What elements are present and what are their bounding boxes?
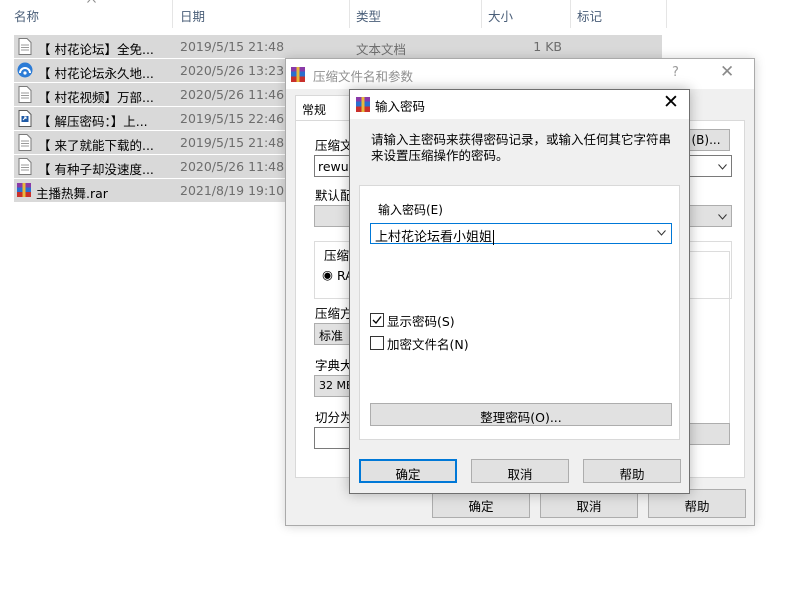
column-divider[interactable] — [172, 0, 173, 28]
file-type: 文本文档 — [356, 42, 407, 57]
file-name: 主播热舞.rar — [36, 186, 108, 201]
file-name: 【 解压密码：】上... — [38, 114, 148, 129]
column-divider[interactable] — [349, 0, 350, 28]
help-button[interactable]: 帮助 — [583, 459, 681, 483]
column-header-type[interactable]: 类型 — [356, 6, 381, 25]
show-password-checkbox[interactable] — [370, 313, 384, 327]
file-date: 2019/5/15 21:48 — [180, 39, 285, 54]
password-description: 请输入主密码来获得密码记录，或输入任何其它字符串来设置压缩操作的密码。 — [371, 132, 672, 163]
file-row[interactable]: 主播热舞.rar 2021/8/19 19:10 — [14, 179, 286, 202]
chevron-down-icon[interactable] — [657, 230, 666, 236]
show-password-label[interactable]: 显示密码(S) — [387, 311, 455, 330]
password-panel: 输入密码(E) 上村花论坛看小姐姐 显示密码(S) 加密文件名(N) 整理密码(… — [359, 185, 680, 440]
chevron-down-icon — [718, 214, 727, 220]
text-file-icon — [18, 38, 32, 55]
file-date: 2021/8/19 19:10 — [180, 183, 285, 198]
help-button-label: 帮助 — [619, 467, 645, 482]
file-date: 2019/5/15 21:48 — [180, 135, 285, 150]
organize-passwords-button[interactable]: 整理密码(O)... — [370, 403, 672, 426]
file-row[interactable]: 【 有种子却没速度... 2020/5/26 11:48 — [14, 155, 286, 178]
ok-button-label: 确定 — [395, 467, 421, 482]
split-volumes-label: 切分为 — [315, 410, 353, 425]
file-row[interactable]: 【 来了就能下载的... 2019/5/15 21:48 — [14, 131, 286, 154]
file-row[interactable]: 【 村花论坛】全免... 2019/5/15 21:48 文本文档 1 KB — [14, 35, 662, 58]
text-cursor — [493, 230, 495, 245]
dictionary-size-label: 字典大 — [315, 358, 353, 373]
compress-dialog-title: 压缩文件名和参数 — [313, 69, 414, 84]
file-date: 2019/5/15 22:46 — [180, 111, 285, 126]
archive-name-label: 压缩文 — [315, 138, 353, 153]
shortcut-file-icon — [18, 110, 32, 127]
password-dialog: 输入密码 ✕ 请输入主密码来获得密码记录，或输入任何其它字符串来设置压缩操作的密… — [349, 89, 690, 494]
winrar-icon — [291, 67, 305, 82]
encrypt-file-names-checkbox[interactable] — [370, 336, 384, 350]
ok-button-label: 确定 — [468, 499, 494, 514]
tab-general[interactable]: 常规 — [295, 95, 351, 121]
password-input[interactable]: 上村花论坛看小姐姐 — [370, 223, 672, 245]
file-size: 1 KB — [533, 39, 562, 54]
cancel-button-label: 取消 — [507, 467, 533, 482]
column-header-date[interactable]: 日期 — [180, 6, 205, 25]
winrar-icon — [356, 97, 370, 112]
checkmark-icon — [372, 316, 382, 324]
file-date: 2020/5/26 13:23 — [180, 63, 285, 78]
cancel-button-label: 取消 — [576, 499, 602, 514]
archive-format-label: 压缩 — [323, 245, 351, 264]
text-file-icon — [18, 158, 32, 175]
file-name: 【 来了就能下载的... — [38, 138, 154, 153]
default-profile-label: 默认配 — [315, 188, 353, 203]
column-header-tags[interactable]: 标记 — [577, 6, 602, 25]
close-icon[interactable]: ✕ — [663, 91, 679, 113]
file-name: 【 村花论坛永久地... — [38, 66, 154, 81]
file-date: 2020/5/26 11:46 — [180, 87, 285, 102]
file-row[interactable]: 【 村花视频】万部... 2020/5/26 11:46 — [14, 83, 286, 106]
radio-rar[interactable]: ◉ — [322, 267, 333, 282]
organize-passwords-label: 整理密码(O)... — [480, 410, 562, 425]
column-divider[interactable] — [666, 0, 667, 28]
password-dialog-title: 输入密码 — [375, 99, 426, 114]
file-name: 【 村花视频】万部... — [38, 90, 154, 105]
sort-ascending-icon — [87, 0, 96, 3]
file-list-header: 名称 日期 类型 大小 标记 — [0, 0, 668, 30]
password-value: 上村花论坛看小姐姐 — [375, 230, 493, 245]
text-file-icon — [18, 86, 32, 103]
ok-button[interactable]: 确定 — [359, 459, 457, 483]
column-divider[interactable] — [570, 0, 571, 28]
text-file-icon — [18, 134, 32, 151]
encrypt-file-names-label[interactable]: 加密文件名(N) — [387, 334, 469, 353]
file-row[interactable]: 【 解压密码：】上... 2019/5/15 22:46 — [14, 107, 286, 130]
help-icon[interactable]: ? — [672, 65, 679, 80]
password-label: 输入密码(E) — [378, 203, 443, 217]
file-row[interactable]: 【 村花论坛永久地... 2020/5/26 13:23 — [14, 59, 286, 82]
chevron-down-icon[interactable] — [718, 164, 727, 170]
file-date: 2020/5/26 11:48 — [180, 159, 285, 174]
column-header-size[interactable]: 大小 — [488, 6, 513, 25]
file-name: 【 村花论坛】全免... — [38, 42, 154, 57]
cancel-button[interactable]: 取消 — [471, 459, 569, 483]
file-name: 【 有种子却没速度... — [38, 162, 154, 177]
tab-general-label: 常规 — [302, 103, 327, 117]
close-icon[interactable]: ✕ — [720, 62, 734, 82]
help-button-label: 帮助 — [684, 499, 710, 514]
column-divider[interactable] — [481, 0, 482, 28]
web-shortcut-icon — [17, 62, 33, 78]
column-header-name[interactable]: 名称 — [14, 6, 39, 25]
compression-method-label: 压缩方 — [315, 306, 353, 321]
rar-archive-icon — [17, 183, 31, 197]
